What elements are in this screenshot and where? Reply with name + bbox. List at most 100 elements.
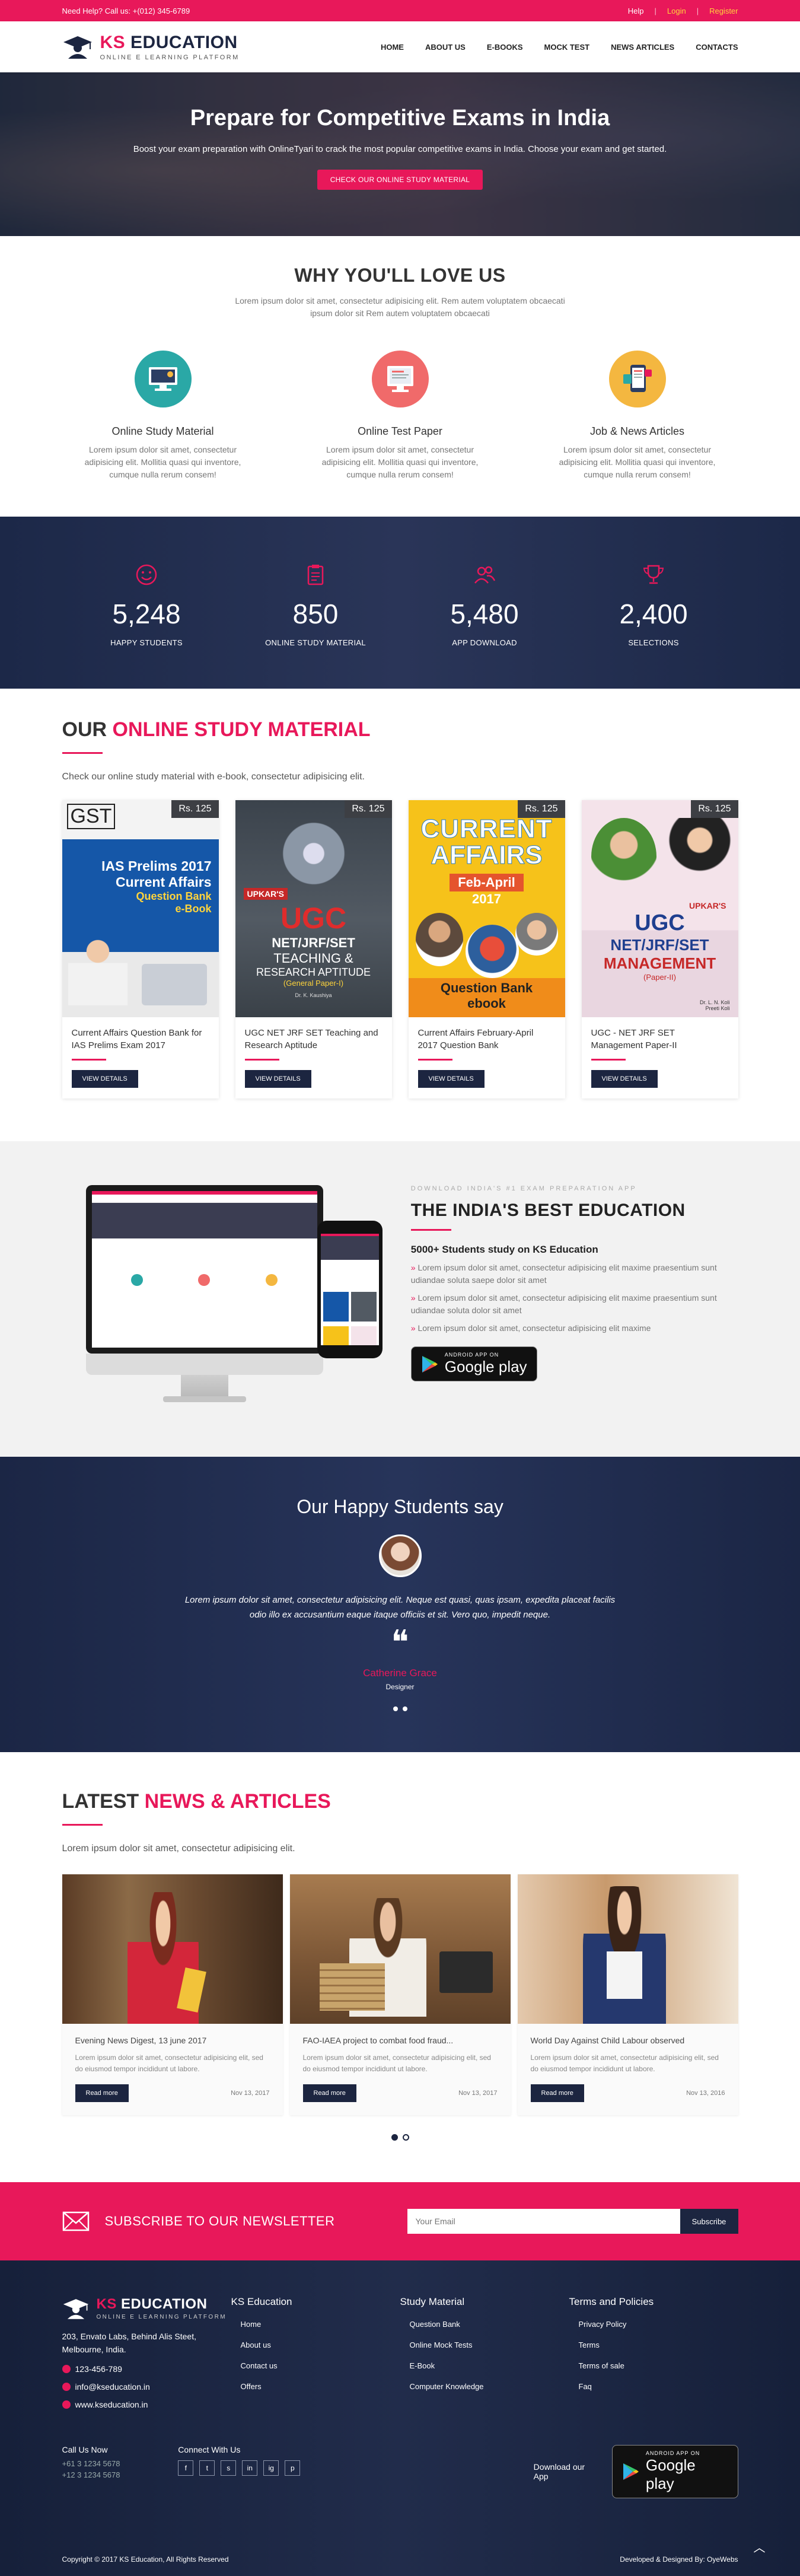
footer-link-question-bank[interactable]: Question Bank: [400, 2320, 569, 2329]
separator: |: [654, 6, 656, 15]
book-cover[interactable]: CURRENT AFFAIRS Feb-April 2017 Question …: [408, 800, 565, 1017]
play-store-icon: [422, 1355, 438, 1373]
study-material-icon: [134, 351, 192, 407]
help-link[interactable]: Help: [628, 7, 644, 15]
footer-email[interactable]: info@kseducation.in: [75, 2382, 150, 2392]
envelope-icon: [62, 2211, 89, 2231]
footer-link-computer-knowledge[interactable]: Computer Knowledge: [400, 2382, 569, 2391]
pager-dot[interactable]: [391, 2134, 398, 2141]
news-card: FAO-IAEA project to combat food fraud...…: [289, 1874, 511, 2115]
footer-phone[interactable]: 123-456-789: [75, 2364, 122, 2374]
google-play-button[interactable]: ANDROID APP ON Google play: [410, 1346, 537, 1381]
app-title: THE INDIA'S BEST EDUCATION: [410, 1201, 686, 1220]
logo[interactable]: KS EDUCATION ONLINE E LEARNING PLATFORM: [62, 33, 240, 61]
footer-col-title: Study Material: [400, 2296, 465, 2307]
credit: Developed & Designed By: OyeWebs: [620, 2555, 738, 2564]
nav-home[interactable]: HOME: [381, 43, 404, 52]
pager-dot[interactable]: [402, 2134, 409, 2141]
view-details-button[interactable]: VIEW DETAILS: [71, 1070, 138, 1088]
news-title: LATEST NEWS & ARTICLES: [62, 1790, 331, 1813]
feature-card: Online Study Material Lorem ipsum dolor …: [74, 351, 252, 481]
book-title[interactable]: Current Affairs February-April 2017 Ques…: [418, 1027, 556, 1052]
news-image[interactable]: [289, 1874, 511, 2024]
phone-icon: [62, 2365, 71, 2373]
footer-link-terms[interactable]: Terms: [569, 2341, 738, 2349]
chevron-up-icon[interactable]: ︿: [754, 2538, 766, 2555]
twitter-icon[interactable]: t: [199, 2460, 215, 2476]
play-store-icon: [623, 2463, 639, 2480]
login-link[interactable]: Login: [667, 7, 686, 15]
nav-mock-test[interactable]: MOCK TEST: [544, 43, 590, 52]
nav-e-books[interactable]: E-BOOKS: [487, 43, 523, 52]
test-paper-icon: [371, 351, 429, 407]
email-field[interactable]: [407, 2209, 680, 2234]
read-more-button[interactable]: Read more: [302, 2084, 356, 2102]
study-material-cta-button[interactable]: CHECK OUR ONLINE STUDY MATERIAL: [317, 170, 483, 190]
skype-icon[interactable]: s: [221, 2460, 237, 2476]
book-cover[interactable]: UPKAR'S UGC NET/JRF/SET MANAGEMENT (Pape…: [581, 800, 738, 1017]
stat-label: APP DOWNLOAD: [452, 638, 517, 647]
facebook-icon[interactable]: f: [178, 2460, 194, 2476]
book-cover[interactable]: GST IAS Prelims 2017 Current Affairs Que…: [62, 800, 219, 1017]
news-title[interactable]: Evening News Digest, 13 june 2017: [75, 2036, 270, 2045]
newsletter-title: SUBSCRIBE TO OUR NEWSLETTER: [104, 2214, 335, 2228]
pinterest-icon[interactable]: p: [285, 2460, 301, 2476]
stat-value: 2,400: [619, 598, 688, 629]
read-more-button[interactable]: Read more: [75, 2084, 129, 2102]
stat-item: 850 ONLINE STUDY MATERIAL: [256, 563, 375, 647]
footer-link-offers[interactable]: Offers: [231, 2382, 400, 2391]
footer-link-faq[interactable]: Faq: [569, 2382, 738, 2391]
footer-link-home[interactable]: Home: [231, 2320, 400, 2329]
copyright: Copyright © 2017 KS Education, All Right…: [62, 2555, 229, 2564]
slider-dot[interactable]: [402, 1706, 407, 1711]
news-title[interactable]: World Day Against Child Labour observed: [531, 2036, 725, 2045]
view-details-button[interactable]: VIEW DETAILS: [244, 1070, 311, 1088]
app-subtitle: 5000+ Students study on KS Education: [410, 1244, 598, 1255]
book-cover[interactable]: UPKAR'S UGC NET/JRF/SET TEACHING & RESEA…: [235, 800, 392, 1017]
footer-link-ebook[interactable]: E-Book: [400, 2361, 569, 2370]
news-image[interactable]: [62, 1874, 283, 2024]
footer-link-contact[interactable]: Contact us: [231, 2361, 400, 2370]
footer-link-privacy[interactable]: Privacy Policy: [569, 2320, 738, 2329]
book-title[interactable]: UGC NET JRF SET Teaching and Research Ap…: [245, 1027, 383, 1052]
book-card: CURRENT AFFAIRS Feb-April 2017 Question …: [408, 800, 565, 1098]
news-date: Nov 13, 2017: [458, 2090, 498, 2097]
footer-link-mock-tests[interactable]: Online Mock Tests: [400, 2341, 569, 2349]
stat-value: 850: [292, 598, 339, 629]
separator: |: [696, 6, 699, 15]
view-details-button[interactable]: VIEW DETAILS: [417, 1070, 485, 1088]
users-icon: [474, 566, 496, 584]
feature-card: Job & News Articles Lorem ipsum dolor si…: [549, 351, 726, 481]
nav-about-us[interactable]: ABOUT US: [425, 43, 466, 52]
footer-web[interactable]: www.kseducation.in: [75, 2400, 148, 2409]
graduate-logo-icon: [63, 36, 92, 59]
subscribe-button[interactable]: Subscribe: [680, 2209, 738, 2234]
news-desc: Lorem ipsum dolor sit amet, consectetur …: [530, 2053, 719, 2073]
news-image[interactable]: [517, 1874, 738, 2024]
news-title[interactable]: FAO-IAEA project to combat food fraud...: [303, 2036, 498, 2045]
slider-dot[interactable]: [393, 1706, 398, 1711]
quote-icon: ❝: [391, 1623, 409, 1662]
testimonial-title: Our Happy Students say: [297, 1496, 503, 1517]
book-title[interactable]: UGC - NET JRF SET Management Paper-II: [591, 1027, 729, 1052]
nav-contacts[interactable]: CONTACTS: [696, 43, 738, 52]
site-header: KS EDUCATION ONLINE E LEARNING PLATFORM …: [0, 21, 800, 72]
register-link[interactable]: Register: [709, 7, 738, 15]
footer-link-terms-of-sale[interactable]: Terms of sale: [569, 2361, 738, 2370]
call-number: +61 3 1234 5678: [62, 2459, 120, 2468]
google-play-button[interactable]: ANDROID APP ON Google play: [611, 2445, 738, 2498]
feature-title: Online Test Paper: [358, 425, 442, 437]
study-lead: Check our online study material with e-b…: [62, 772, 365, 782]
footer-link-about[interactable]: About us: [231, 2341, 400, 2349]
view-details-button[interactable]: VIEW DETAILS: [591, 1070, 658, 1088]
stat-item: 5,480 APP DOWNLOAD: [425, 563, 544, 647]
book-title[interactable]: Current Affairs Question Bank for IAS Pr…: [72, 1027, 209, 1052]
instagram-icon[interactable]: ig: [263, 2460, 279, 2476]
book-card: GST IAS Prelims 2017 Current Affairs Que…: [62, 800, 219, 1098]
footer-logo[interactable]: KS EDUCATION ONLINE E LEARNING PLATFORM: [62, 2296, 231, 2320]
read-more-button[interactable]: Read more: [530, 2084, 584, 2102]
nav-news-articles[interactable]: NEWS ARTICLES: [611, 43, 674, 52]
linkedin-icon[interactable]: in: [242, 2460, 258, 2476]
book-card: UPKAR'S UGC NET/JRF/SET MANAGEMENT (Pape…: [581, 800, 738, 1098]
call-us-title: Call Us Now: [62, 2445, 108, 2454]
